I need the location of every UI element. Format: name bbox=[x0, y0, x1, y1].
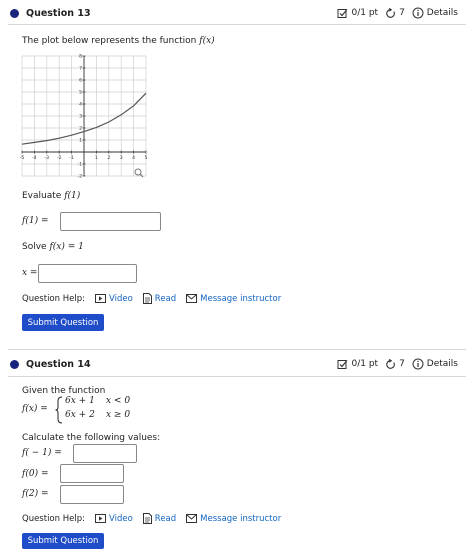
y-tick-label: 8 bbox=[79, 54, 82, 60]
envelope-icon bbox=[186, 514, 198, 523]
y-tick-label: 5 bbox=[79, 90, 82, 96]
left-brace bbox=[55, 396, 63, 424]
calculate-text: Calculate the following values: bbox=[22, 433, 161, 443]
y-tick-label: -1 bbox=[77, 162, 82, 168]
help-label: Question Help: bbox=[22, 293, 85, 304]
submit-question-button[interactable]: Submit Question bbox=[22, 533, 104, 549]
x-tick-label: 5 bbox=[145, 155, 148, 161]
question-title: Question 13 bbox=[26, 8, 91, 19]
f2-label: f(2) = bbox=[22, 489, 49, 499]
question-status-dot bbox=[10, 9, 19, 18]
function-plot: -5 -4 -3 -2 -1 1 2 3 4 5 -2 -1 1 2 3 4 5 6 7 8 bbox=[20, 54, 148, 180]
score-check-icon bbox=[337, 8, 348, 18]
f-neg1-label: f( − 1) = bbox=[22, 448, 62, 458]
given-text: Given the function bbox=[22, 386, 106, 396]
solve-label: Solve bbox=[22, 242, 47, 252]
f1-label: f(1) = bbox=[22, 216, 49, 226]
case-1-expression: 6x + 1 bbox=[65, 396, 95, 406]
x-tick-label: 1 bbox=[95, 155, 98, 161]
prompt-function: f(x) bbox=[199, 36, 215, 46]
video-link[interactable]: Video bbox=[94, 513, 133, 524]
solve-equation: f(x) = 1 bbox=[49, 242, 84, 252]
message-instructor-link[interactable]: Message instructor bbox=[186, 514, 281, 524]
retries-count: 7 bbox=[399, 359, 405, 369]
case-2-condition: x ≥ 0 bbox=[106, 410, 131, 420]
f0-label: f(0) = bbox=[22, 469, 49, 479]
question-help: Question Help: Video Read Message instru… bbox=[22, 513, 281, 524]
x-tick-label: 3 bbox=[120, 155, 123, 161]
x-tick-label: 2 bbox=[107, 155, 110, 161]
divider bbox=[8, 376, 466, 377]
envelope-icon bbox=[186, 294, 198, 303]
question-14-header: Question 14 0/1 pt 7 Details bbox=[0, 354, 474, 376]
retry-icon bbox=[386, 358, 395, 369]
read-label: Read bbox=[154, 513, 177, 524]
case-2-expression: 6x + 2 bbox=[65, 410, 95, 420]
video-label: Video bbox=[108, 293, 133, 304]
info-icon[interactable] bbox=[412, 358, 424, 370]
message-instructor-link[interactable]: Message instructor bbox=[186, 294, 281, 304]
piecewise-definition: f(x) = 6x + 1 x < 0 6x + 2 x ≥ 0 bbox=[22, 396, 172, 424]
zoom-magnifier-icon[interactable] bbox=[134, 168, 144, 178]
f1-answer-input[interactable] bbox=[60, 212, 161, 231]
score-check-icon bbox=[337, 359, 348, 369]
question-title: Question 14 bbox=[26, 359, 91, 370]
y-tick-label: 1 bbox=[79, 138, 82, 144]
y-tick-label: 2 bbox=[79, 126, 82, 132]
f-definition-label: f(x) = bbox=[22, 404, 48, 414]
question-prompt: The plot below represents the function f… bbox=[22, 36, 215, 46]
video-icon bbox=[94, 514, 106, 523]
y-tick-label: -2 bbox=[77, 174, 82, 180]
question-meta: 0/1 pt 7 Details bbox=[337, 7, 458, 19]
details-link[interactable]: Details bbox=[427, 359, 458, 369]
question-help: Question Help: Video Read Message instru… bbox=[22, 293, 281, 304]
x-label: x = bbox=[22, 268, 38, 278]
score-text: 0/1 pt bbox=[351, 8, 379, 18]
details-link[interactable]: Details bbox=[427, 8, 458, 18]
submit-question-button[interactable]: Submit Question bbox=[22, 314, 104, 331]
info-icon[interactable] bbox=[412, 7, 424, 19]
retries-count: 7 bbox=[399, 8, 405, 18]
evaluate-prompt: Evaluate f(1) bbox=[22, 191, 80, 201]
f-neg1-answer-input[interactable] bbox=[73, 444, 137, 463]
f2-answer-input[interactable] bbox=[60, 485, 124, 504]
x-answer-input[interactable] bbox=[38, 264, 137, 283]
case-1-condition: x < 0 bbox=[106, 396, 131, 406]
video-icon bbox=[94, 294, 106, 303]
read-label: Read bbox=[154, 293, 177, 304]
y-tick-label: 3 bbox=[79, 114, 82, 120]
message-label: Message instructor bbox=[200, 293, 282, 304]
document-icon bbox=[142, 513, 152, 524]
divider bbox=[8, 349, 466, 350]
question-13-header: Question 13 0/1 pt 7 Details bbox=[0, 3, 474, 25]
x-tick-label: -2 bbox=[57, 155, 62, 161]
evaluate-func: f(1) bbox=[64, 191, 81, 201]
video-link[interactable]: Video bbox=[94, 293, 133, 304]
x-tick-label: -4 bbox=[32, 155, 37, 161]
document-icon bbox=[142, 293, 152, 304]
evaluate-label: Evaluate bbox=[22, 191, 62, 201]
read-link[interactable]: Read bbox=[142, 293, 177, 304]
read-link[interactable]: Read bbox=[142, 513, 177, 524]
x-tick-label: -3 bbox=[45, 155, 50, 161]
solve-prompt: Solve f(x) = 1 bbox=[22, 242, 84, 252]
message-label: Message instructor bbox=[200, 513, 282, 524]
video-label: Video bbox=[108, 513, 133, 524]
f0-answer-input[interactable] bbox=[60, 464, 124, 483]
y-tick-label: 7 bbox=[79, 66, 82, 72]
prompt-text: The plot below represents the function bbox=[22, 36, 197, 46]
x-tick-label: -5 bbox=[20, 155, 25, 161]
question-meta: 0/1 pt 7 Details bbox=[337, 358, 458, 370]
x-tick-label: 4 bbox=[132, 155, 135, 161]
score-text: 0/1 pt bbox=[351, 359, 379, 369]
divider bbox=[8, 24, 466, 25]
x-tick-label: -1 bbox=[69, 155, 74, 161]
y-tick-label: 4 bbox=[79, 102, 82, 108]
y-tick-label: 6 bbox=[79, 78, 82, 84]
retry-icon bbox=[386, 7, 395, 18]
question-status-dot bbox=[10, 360, 19, 369]
help-label: Question Help: bbox=[22, 513, 85, 524]
